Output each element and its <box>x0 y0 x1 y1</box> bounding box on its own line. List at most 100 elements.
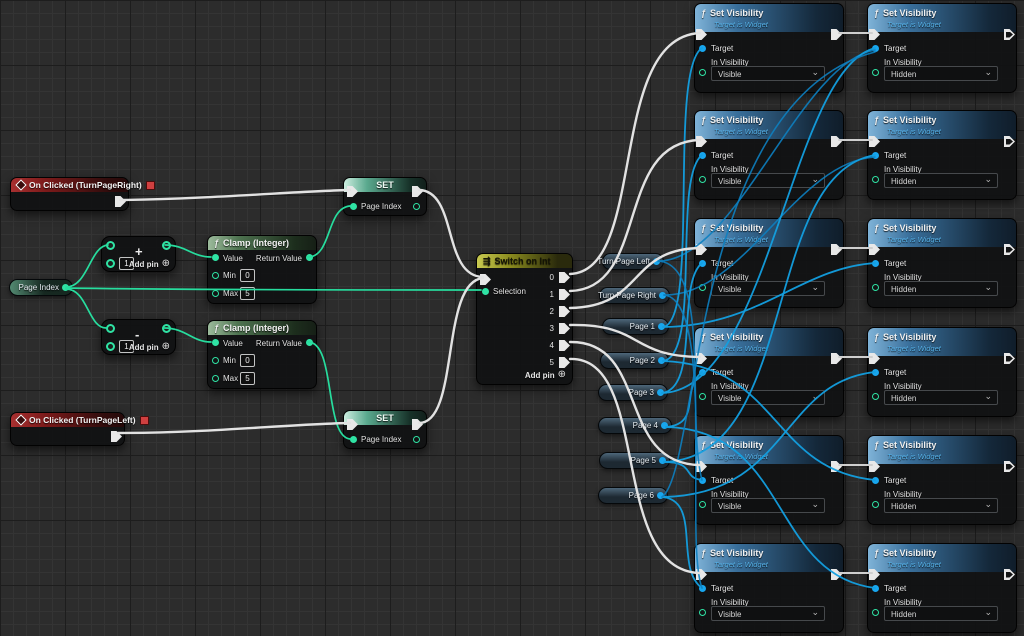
visibility-dropdown[interactable]: Hidden ⌄ <box>884 606 998 621</box>
min-value-box[interactable]: 0 <box>240 269 255 282</box>
visibility-in-pin[interactable] <box>872 393 879 400</box>
exec-in-pin[interactable] <box>869 136 880 147</box>
widget-pill[interactable]: Page 6 <box>598 487 668 504</box>
exec-out-pin[interactable] <box>412 186 423 197</box>
exec-in-pin[interactable] <box>869 461 880 472</box>
set-visibility-node[interactable]: ƒ Set Visibility Target is Widget Target… <box>694 543 844 633</box>
set-visibility-node[interactable]: ƒ Set Visibility Target is Widget Target… <box>867 3 1017 93</box>
blueprint-graph-canvas[interactable]: On Clicked (TurnPageRight) On Clicked (T… <box>0 0 1024 636</box>
value-out-pin[interactable] <box>413 436 420 443</box>
exec-in-pin[interactable] <box>696 244 707 255</box>
target-in-pin[interactable] <box>699 45 706 52</box>
exec-out-pin[interactable] <box>831 136 842 147</box>
set-visibility-node[interactable]: ƒ Set Visibility Target is Widget Target… <box>867 543 1017 633</box>
target-in-pin[interactable] <box>699 585 706 592</box>
add-pin-icon[interactable]: ⊕ <box>162 342 170 352</box>
visibility-in-pin[interactable] <box>699 284 706 291</box>
case-exec-out-pin[interactable] <box>559 323 570 334</box>
set-visibility-node[interactable]: ƒ Set Visibility Target is Widget Target… <box>694 218 844 308</box>
widget-pill[interactable]: Page 5 <box>599 452 670 469</box>
exec-out-pin[interactable] <box>831 353 842 364</box>
math-operator-node[interactable]: 1 - Add pin ⊕ <box>101 319 176 355</box>
int-out-pin[interactable] <box>62 284 69 291</box>
exec-out-pin[interactable] <box>115 196 126 207</box>
max-in-pin[interactable] <box>212 290 219 297</box>
result-out-pin[interactable] <box>162 324 171 333</box>
visibility-in-pin[interactable] <box>872 284 879 291</box>
target-in-pin[interactable] <box>872 369 879 376</box>
visibility-in-pin[interactable] <box>699 609 706 616</box>
math-operator-node[interactable]: 1 + Add pin ⊕ <box>101 236 176 272</box>
case-exec-out-pin[interactable] <box>559 340 570 351</box>
exec-out-pin[interactable] <box>1004 461 1015 472</box>
return-out-pin[interactable] <box>306 339 313 346</box>
object-out-pin[interactable] <box>661 422 668 429</box>
exec-in-pin[interactable] <box>696 353 707 364</box>
target-in-pin[interactable] <box>699 477 706 484</box>
operand-in-pin[interactable] <box>106 324 115 333</box>
visibility-dropdown[interactable]: Visible ⌄ <box>711 390 825 405</box>
target-in-pin[interactable] <box>872 152 879 159</box>
exec-out-pin[interactable] <box>1004 29 1015 40</box>
visibility-in-pin[interactable] <box>699 393 706 400</box>
visibility-in-pin[interactable] <box>872 176 879 183</box>
add-pin-label[interactable]: Add pin <box>525 371 555 380</box>
target-in-pin[interactable] <box>699 369 706 376</box>
exec-out-pin[interactable] <box>412 419 423 430</box>
widget-pill[interactable]: Page 1 <box>602 318 669 335</box>
case-exec-out-pin[interactable] <box>559 272 570 283</box>
case-exec-out-pin[interactable] <box>559 289 570 300</box>
set-page-index-node[interactable]: SET Page Index <box>343 177 427 216</box>
exec-out-pin[interactable] <box>831 569 842 580</box>
object-out-pin[interactable] <box>657 492 664 499</box>
min-value-box[interactable]: 0 <box>240 354 255 367</box>
value-in-pin[interactable] <box>350 436 357 443</box>
exec-in-pin[interactable] <box>869 353 880 364</box>
exec-in-pin[interactable] <box>696 29 707 40</box>
exec-out-pin[interactable] <box>831 244 842 255</box>
visibility-dropdown[interactable]: Visible ⌄ <box>711 606 825 621</box>
target-in-pin[interactable] <box>699 260 706 267</box>
exec-in-pin[interactable] <box>480 274 491 285</box>
exec-in-pin[interactable] <box>696 569 707 580</box>
visibility-dropdown[interactable]: Hidden ⌄ <box>884 173 998 188</box>
operand-in-pin[interactable] <box>106 241 115 250</box>
clamp-integer-node[interactable]: ƒ Clamp (Integer) Value Return Value Min… <box>207 320 317 389</box>
add-pin-icon[interactable]: ⊕ <box>558 370 566 380</box>
selection-in-pin[interactable] <box>482 288 489 295</box>
value-out-pin[interactable] <box>413 203 420 210</box>
visibility-dropdown[interactable]: Visible ⌄ <box>711 173 825 188</box>
exec-in-pin[interactable] <box>347 419 358 430</box>
object-out-pin[interactable] <box>657 389 664 396</box>
value-in-pin[interactable] <box>350 203 357 210</box>
min-in-pin[interactable] <box>212 357 219 364</box>
max-value-box[interactable]: 5 <box>240 287 255 300</box>
variable-pill-page-index[interactable]: Page Index <box>9 279 73 296</box>
case-exec-out-pin[interactable] <box>559 306 570 317</box>
set-visibility-node[interactable]: ƒ Set Visibility Target is Widget Target… <box>694 110 844 200</box>
visibility-in-pin[interactable] <box>699 176 706 183</box>
add-pin-label[interactable]: Add pin <box>129 260 159 269</box>
value-in-pin[interactable] <box>212 339 219 346</box>
exec-in-pin[interactable] <box>869 29 880 40</box>
add-pin-label[interactable]: Add pin <box>129 343 159 352</box>
target-in-pin[interactable] <box>872 585 879 592</box>
max-value-box[interactable]: 5 <box>240 372 255 385</box>
exec-in-pin[interactable] <box>696 136 707 147</box>
widget-pill[interactable]: Page 3 <box>598 384 668 401</box>
visibility-in-pin[interactable] <box>699 69 706 76</box>
clamp-integer-node[interactable]: ƒ Clamp (Integer) Value Return Value Min… <box>207 235 317 304</box>
event-node-turnpageleft[interactable]: On Clicked (TurnPageLeft) <box>10 412 125 446</box>
object-out-pin[interactable] <box>659 292 666 299</box>
set-visibility-node[interactable]: ƒ Set Visibility Target is Widget Target… <box>867 110 1017 200</box>
exec-in-pin[interactable] <box>869 569 880 580</box>
visibility-dropdown[interactable]: Hidden ⌄ <box>884 498 998 513</box>
target-in-pin[interactable] <box>872 260 879 267</box>
widget-pill[interactable]: Turn Page Right <box>599 287 670 304</box>
set-visibility-node[interactable]: ƒ Set Visibility Target is Widget Target… <box>694 3 844 93</box>
exec-in-pin[interactable] <box>347 186 358 197</box>
visibility-dropdown[interactable]: Visible ⌄ <box>711 66 825 81</box>
exec-in-pin[interactable] <box>696 461 707 472</box>
visibility-dropdown[interactable]: Hidden ⌄ <box>884 281 998 296</box>
max-in-pin[interactable] <box>212 375 219 382</box>
